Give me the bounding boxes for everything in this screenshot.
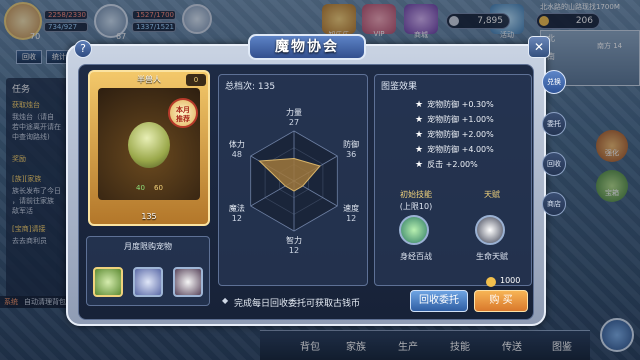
skill-sub: (上限10) (399, 202, 433, 211)
talent-title: 天赋 (484, 190, 500, 199)
talent-name: 生命天赋 (476, 252, 508, 261)
monthly-pet-2[interactable] (133, 267, 163, 297)
pet-stat-b: 60 (154, 184, 163, 192)
price-display: 1000 (486, 276, 534, 288)
tab-commission[interactable]: 委托 (542, 112, 566, 136)
star-icon: ★ (415, 115, 424, 125)
monthly-pet-3[interactable] (173, 267, 203, 297)
monthly-pets-panel: 月度限购宠物 (86, 236, 210, 306)
radar-label: 智力 (286, 235, 302, 245)
effect-item: ★ 宠物防御 +1.00% (415, 112, 533, 127)
effect-item: ★ 宠物防御 +0.30% (415, 97, 533, 112)
help-button[interactable]: ? (74, 40, 92, 58)
coin-icon (486, 277, 496, 287)
effects-title: 图鉴效果 (381, 82, 418, 92)
monthly-pet-1[interactable] (93, 267, 123, 297)
tab-exchange[interactable]: 兑换 (542, 70, 566, 94)
tab-recycle[interactable]: 回收 (542, 152, 566, 176)
radar-label: 魔法 (229, 203, 245, 213)
dialog-title: 魔物协会 (248, 34, 366, 60)
notice-text: 完成每日回收委托可获取古钱币 (234, 299, 361, 309)
effect-text: 宠物防御 +0.30% (427, 100, 494, 109)
pet-stat-a: 40 (136, 184, 145, 192)
effect-item: ★ 反击 +2.00% (415, 157, 533, 172)
recycle-commission-button[interactable]: 回收委托 (410, 290, 468, 312)
total-label: 总档次: 135 (225, 82, 276, 92)
radar-value: 36 (346, 150, 356, 159)
buy-button[interactable]: 购 买 (474, 290, 528, 312)
help-icon: ? (80, 42, 86, 55)
pet-card[interactable]: 半兽人 0 本月 推荐 40 60 135 (88, 70, 210, 226)
pet-power: 135 (141, 212, 157, 221)
tab-shop[interactable]: 商店 (542, 192, 566, 216)
recommend-stamp: 本月 推荐 (168, 98, 198, 128)
close-button[interactable]: ✕ (528, 36, 550, 58)
pet-badge: 0 (186, 74, 206, 86)
price-value: 1000 (500, 276, 521, 285)
talent-icon[interactable] (475, 215, 505, 245)
effect-text: 宠物防御 +4.00% (427, 145, 494, 154)
radar-label: 力量 (286, 107, 302, 117)
pet-badge-count: 0 (193, 76, 199, 84)
skill-title: 初始技能 (400, 190, 432, 199)
star-icon: ★ (415, 145, 424, 155)
radar-label: 体力 (229, 139, 245, 149)
effect-text: 宠物防御 +2.00% (427, 130, 494, 139)
radar-value: 12 (232, 214, 242, 223)
star-icon: ★ (415, 100, 424, 110)
radar-value: 48 (232, 150, 242, 159)
radar-chart: 力量27防御36速度12智力12魔法12体力48 (229, 107, 359, 255)
pet-sprite (128, 122, 170, 168)
effect-item: ★ 宠物防御 +2.00% (415, 127, 533, 142)
close-icon: ✕ (533, 40, 545, 54)
effects-list: ★ 宠物防御 +0.30% ★ 宠物防御 +1.00% ★ 宠物防御 +2.00% ★… (415, 97, 533, 172)
effects-panel: 图鉴效果 ★ 宠物防御 +0.30% ★ 宠物防御 +1.00% ★ 宠物防御 +2.… (374, 74, 532, 286)
radar-value: 12 (289, 246, 299, 255)
star-icon: ★ (415, 130, 424, 140)
radar-label: 速度 (343, 203, 359, 213)
effect-text: 宠物防御 +1.00% (427, 115, 494, 124)
skill-icon[interactable] (399, 215, 429, 245)
monthly-title: 月度限购宠物 (124, 242, 172, 251)
radar-value: 12 (346, 214, 356, 223)
effect-item: ★ 宠物防御 +4.00% (415, 142, 533, 157)
radar-value: 27 (289, 118, 299, 127)
radar-label: 防御 (343, 139, 359, 149)
notice-diamond-icon: ◆ (222, 296, 229, 305)
effect-text: 反击 +2.00% (427, 160, 478, 169)
skill-name: 身经百战 (400, 252, 432, 261)
stats-panel: 总档次: 135 力量 27 防御 36 速度 12 智力 12 魔法 12 体力 48 (218, 74, 368, 286)
stamp-line-2: 推荐 (176, 115, 190, 123)
star-icon: ★ (415, 160, 424, 170)
pet-portrait: 本月 推荐 40 60 (98, 88, 200, 200)
